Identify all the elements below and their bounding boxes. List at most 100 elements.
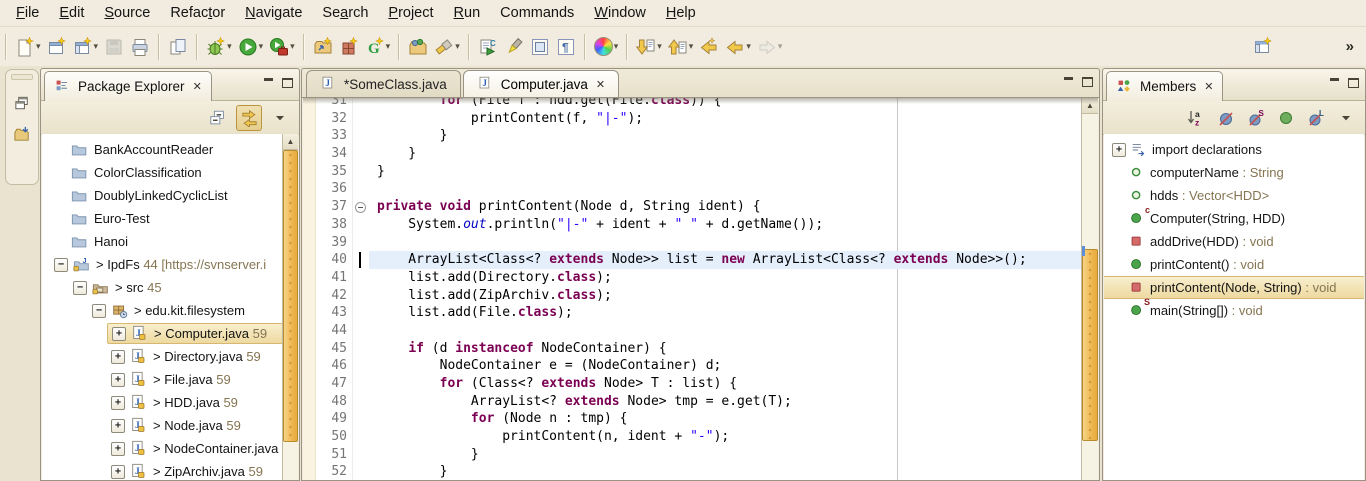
expand-icon[interactable]: + [111, 442, 125, 456]
code-line-46[interactable]: NodeContainer e = (NodeContainer) d; [369, 357, 1081, 375]
view-menu-button[interactable] [1334, 106, 1358, 130]
menu-commands[interactable]: Commands [490, 2, 584, 24]
chevron-down-icon[interactable]: ▾ [657, 41, 662, 52]
tree-item-bankaccountreader[interactable]: BankAccountReader [42, 138, 283, 161]
tree-item-ziparchiv-java[interactable]: + J > ZipArchiv.java 59 [42, 460, 283, 480]
code-line-42[interactable]: list.add(ZipArchiv.class); [369, 287, 1081, 305]
tab-package-explorer[interactable]: Package Explorer ✕ [44, 71, 212, 101]
toggle-mark-occurrences-icon[interactable] [501, 34, 527, 60]
code-line-50[interactable]: printContent(n, ident + "-"); [369, 428, 1081, 446]
menu-refactor[interactable]: Refactor [160, 2, 235, 24]
member-item-printcontent-node-string-[interactable]: printContent(Node, String) : void [1104, 276, 1364, 299]
tree-item-src[interactable]: − > src 45 [42, 276, 283, 299]
menu-search[interactable]: Search [312, 2, 378, 24]
scroll-up-arrow[interactable]: ▲ [1082, 98, 1098, 114]
minimize-button[interactable] [1063, 77, 1074, 87]
chevron-down-icon[interactable]: ▾ [94, 41, 99, 52]
previous-annotation-icon[interactable]: ▾ [665, 34, 697, 60]
expand-icon[interactable]: + [111, 350, 125, 364]
maximize-button[interactable] [1082, 77, 1093, 87]
view-menu-button[interactable] [268, 106, 292, 130]
tree-item-hdd-java[interactable]: + J > HDD.java 59 [42, 391, 283, 414]
code-line-41[interactable]: list.add(Directory.class); [369, 269, 1081, 287]
restore-view-icon[interactable] [6, 88, 38, 119]
hide-fields-button[interactable] [1214, 106, 1238, 130]
close-icon[interactable]: ✕ [1204, 80, 1213, 93]
open-perspective-icon[interactable] [1250, 34, 1276, 60]
tree-item-euro-test[interactable]: Euro-Test [42, 207, 283, 230]
open-resource-icon[interactable] [405, 34, 431, 60]
code-area[interactable]: for (File f : hdd.get(File.class)) { pri… [369, 98, 1081, 480]
expand-icon[interactable]: + [111, 373, 125, 387]
code-line-35[interactable]: } [369, 163, 1081, 181]
code-line-44[interactable] [369, 322, 1081, 340]
member-item-printcontent-[interactable]: printContent() : void [1104, 253, 1364, 276]
new-window-icon[interactable] [44, 34, 70, 60]
scroll-up-arrow[interactable]: ▲ [283, 134, 298, 150]
chevron-down-icon[interactable]: ▾ [778, 41, 783, 52]
expand-icon[interactable]: + [1112, 143, 1126, 157]
open-fastview-icon[interactable] [6, 119, 38, 150]
chevron-down-icon[interactable]: ▾ [689, 41, 694, 52]
code-line-36[interactable] [369, 180, 1081, 198]
minimize-button[interactable] [263, 78, 274, 88]
tab-members[interactable]: Members ✕ [1106, 71, 1223, 101]
debug-icon[interactable]: ▾ [203, 34, 235, 60]
menu-run[interactable]: Run [444, 2, 491, 24]
code-line-38[interactable]: System.out.println("|-" + ident + " " + … [369, 216, 1081, 234]
link-with-editor-button[interactable] [236, 105, 262, 131]
menu-window[interactable]: Window [584, 2, 656, 24]
code-line-40[interactable]: ArrayList<Class<? extends Node>> list = … [369, 251, 1081, 269]
new-view-icon[interactable]: ▾ [70, 34, 102, 60]
menu-project[interactable]: Project [378, 2, 443, 24]
code-line-37[interactable]: private void printContent(Node d, String… [369, 198, 1081, 216]
menu-file[interactable]: File [6, 2, 49, 24]
hide-static-members-button[interactable]: S [1244, 106, 1268, 130]
chevron-down-icon[interactable]: ▾ [746, 41, 751, 52]
code-line-31[interactable]: for (File f : hdd.get(File.class)) { [369, 98, 1081, 110]
minimize-button[interactable] [1329, 78, 1340, 88]
color-palette-icon[interactable]: ▾ [591, 34, 622, 60]
code-line-43[interactable]: list.add(File.class); [369, 304, 1081, 322]
menu-help[interactable]: Help [656, 2, 706, 24]
tree-item-doublylinkedcycliclist[interactable]: DoublyLinkedCyclicList [42, 184, 283, 207]
next-annotation-icon[interactable]: ▾ [633, 34, 665, 60]
code-line-49[interactable]: for (Node n : tmp) { [369, 410, 1081, 428]
code-line-34[interactable]: } [369, 145, 1081, 163]
chevron-down-icon[interactable]: ▾ [259, 41, 264, 52]
code-line-51[interactable]: } [369, 446, 1081, 464]
gwt-compile-icon[interactable]: G▾ [362, 34, 394, 60]
run-icon[interactable]: ▾ [235, 34, 267, 60]
tree-item-edu-kit-filesystem[interactable]: − > edu.kit.filesystem [42, 299, 283, 322]
code-line-39[interactable] [369, 234, 1081, 252]
tab-computer-java[interactable]: J Computer.java ✕ [463, 70, 619, 97]
maximize-button[interactable] [282, 78, 293, 88]
chevron-down-icon[interactable]: ▾ [614, 41, 619, 52]
show-public-only-button[interactable] [1274, 106, 1298, 130]
sort-button[interactable]: az [1184, 106, 1208, 130]
hide-local-types-button[interactable]: L [1304, 106, 1328, 130]
show-block-selection-icon[interactable] [527, 34, 553, 60]
show-whitespace-icon[interactable]: ¶ [553, 34, 579, 60]
maximize-button[interactable] [1348, 78, 1359, 88]
chevron-down-icon[interactable]: ▾ [290, 41, 295, 52]
code-line-47[interactable]: for (Class<? extends Node> T : list) { [369, 375, 1081, 393]
copy-resource-icon[interactable] [165, 34, 191, 60]
tree-item-hanoi[interactable]: Hanoi [42, 230, 283, 253]
collapse-all-button[interactable] [206, 106, 230, 130]
chevron-down-icon[interactable]: ▾ [227, 41, 232, 52]
code-line-32[interactable]: printContent(f, "|-"); [369, 110, 1081, 128]
member-item-computername[interactable]: computerName : String [1104, 161, 1364, 184]
last-edit-location-icon[interactable] [696, 34, 722, 60]
tab-someclass-java[interactable]: J *SomeClass.java [306, 70, 461, 97]
close-icon[interactable]: ✕ [596, 78, 605, 91]
chevron-down-icon[interactable]: ▾ [36, 41, 41, 52]
member-item-main-string-[interactable]: S main(String[]) : void [1104, 299, 1364, 322]
menu-navigate[interactable]: Navigate [235, 2, 312, 24]
tree-item-ipdfs[interactable]: − J > IpdFs 44 [https://svnserver.i [42, 253, 283, 276]
close-icon[interactable]: ✕ [193, 80, 202, 93]
tree-item-nodecontainer-java[interactable]: + J > NodeContainer.java 59 [42, 437, 283, 460]
chevron-down-icon[interactable]: ▾ [455, 41, 460, 52]
back-icon[interactable]: ▾ [722, 34, 754, 60]
code-line-45[interactable]: if (d instanceof NodeContainer) { [369, 340, 1081, 358]
